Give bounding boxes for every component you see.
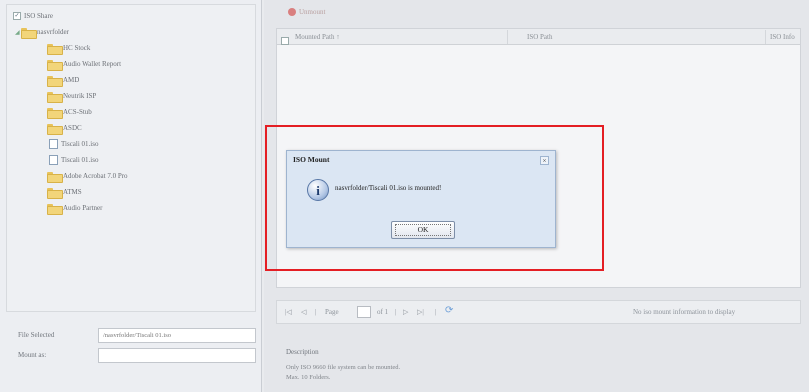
tree-item[interactable]: ATMS [47,187,82,200]
folder-icon [47,75,63,88]
column-divider [507,30,508,44]
unmount-label: Unmount [299,8,326,16]
tree-item-label: Neutrik ISP [63,92,97,100]
tree-item[interactable]: Neutrik ISP [47,91,97,104]
tree-item-label: Adobe Acrobat 7.0 Pro [63,172,128,180]
focus-ring [395,224,451,236]
iso-file-icon [49,155,58,166]
file-selected-row: File Selected /nasvrfolder/Tiscali 01.is… [6,326,256,346]
page-label: Page [325,308,339,316]
checkbox-icon[interactable] [281,37,289,45]
tree-item-label: Tiscali 01.iso [61,140,99,148]
folder-icon [47,107,63,120]
file-selected-field[interactable]: /nasvrfolder/Tiscali 01.iso [98,328,256,343]
dialog-title: ISO Mount [293,155,330,164]
column-divider [765,30,766,44]
grid-header: Mounted Path ↑ ISO Path ISO Info [277,29,800,45]
refresh-icon[interactable]: ⟳ [445,305,453,316]
tree-item[interactable]: Audio Wallet Report [47,59,122,72]
page-of-label: of 1 [377,308,389,316]
left-panel: ✓ ISO Share ◢ nasvrfolder HC Stock Audio W… [0,0,262,392]
tree-item-label: nasvrfolder [37,28,69,36]
tree-root[interactable]: ✓ ISO Share [13,11,53,22]
unmount-icon [288,8,296,17]
tree-item-file[interactable]: Tiscali 01.iso [49,155,98,166]
tree-item-label: Tiscali 01.iso [61,156,99,164]
tree-item[interactable]: ACS-Stub [47,107,92,120]
tree-item[interactable]: Adobe Acrobat 7.0 Pro [47,171,128,184]
tree-item-label: Audio Partner [63,204,103,212]
info-icon: i [307,179,329,201]
folder-icon [47,171,63,184]
mount-as-field[interactable] [98,348,256,363]
page-number-input[interactable] [357,306,371,318]
folder-icon [47,43,63,56]
divider-icon: | [435,308,437,316]
tree-item-nasvrfolder[interactable]: ◢ nasvrfolder [15,27,69,40]
file-selected-label: File Selected [18,331,55,339]
description-line: Only ISO 9660 file system can be mounted… [286,364,401,371]
tree-root-label: ISO Share [24,12,53,20]
mount-as-label: Mount as: [18,351,47,359]
next-page-icon[interactable]: ▷ [403,308,408,316]
iso-mount-dialog: ISO Mount × i nasvrfolder/Tiscali 01.iso… [286,150,556,248]
folder-icon [47,91,63,104]
pager: |◁ ◁ | Page of 1 | ▷ ▷| | ⟳ No iso mount… [276,300,801,324]
last-page-icon[interactable]: ▷| [417,308,424,316]
tree-item-file[interactable]: Tiscali 01.iso [49,139,98,150]
ok-button[interactable]: OK [391,221,455,239]
folder-icon [47,203,63,216]
folder-icon [47,123,63,136]
first-page-icon[interactable]: |◁ [285,308,292,316]
tree-item-label: Audio Wallet Report [63,60,122,68]
column-iso-path[interactable]: ISO Path [527,33,552,41]
divider-icon: | [315,308,317,316]
tree-item-label: ATMS [63,188,82,196]
dialog-message: nasvrfolder/Tiscali 01.iso is mounted! [335,184,442,192]
folder-icon [47,59,63,72]
pager-status: No iso mount information to display [633,308,736,316]
tree-item-label: ACS-Stub [63,108,92,116]
tree-item-label: HC Stock [63,44,91,52]
folder-tree: ✓ ISO Share ◢ nasvrfolder HC Stock Audio W… [6,4,256,312]
close-icon[interactable]: × [540,156,549,165]
description-title: Description [286,348,319,356]
description-line: Max. 10 Folders. [286,374,331,381]
tree-item-label: AMD [63,76,80,84]
mount-as-row: Mount as: [6,346,256,366]
folder-open-icon [21,27,37,40]
prev-page-icon[interactable]: ◁ [301,308,306,316]
column-mounted-path[interactable]: Mounted Path ↑ [295,33,340,41]
toolbar: Unmount [264,0,809,28]
tree-item[interactable]: AMD [47,75,80,88]
checkbox-icon[interactable]: ✓ [13,12,21,21]
tree-item[interactable]: HC Stock [47,43,91,56]
tree-item[interactable]: Audio Partner [47,203,103,216]
iso-file-icon [49,139,58,150]
tree-item[interactable]: ASDC [47,123,82,136]
folder-icon [47,187,63,200]
unmount-button[interactable]: Unmount [288,8,326,17]
divider-icon: | [395,308,397,316]
column-iso-info[interactable]: ISO Info [770,33,795,41]
tree-item-label: ASDC [63,124,82,132]
